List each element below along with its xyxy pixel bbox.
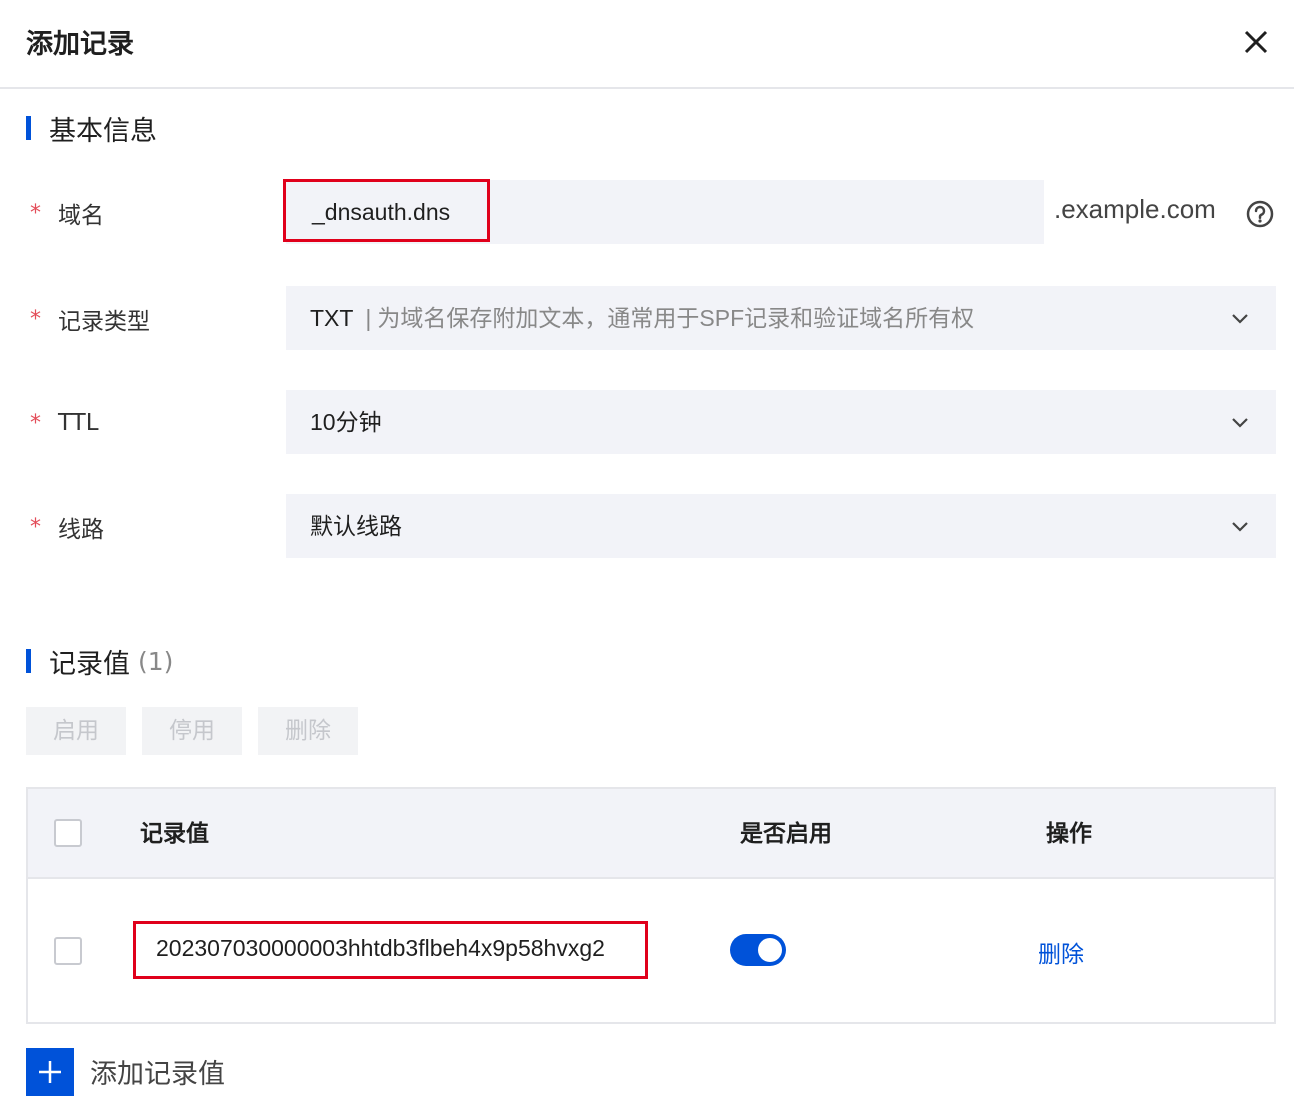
record-values-heading: 记录值 (1)	[26, 643, 174, 680]
add-record-value-button[interactable]	[26, 1048, 74, 1096]
column-header-value: 记录值	[140, 821, 209, 847]
dialog-title: 添加记录	[26, 29, 134, 60]
record-type-code: TXT	[310, 305, 354, 331]
record-type-select[interactable]: TXT | 为域名保存附加文本，通常用于SPF记录和验证域名所有权	[286, 286, 1276, 350]
required-mark: *	[30, 306, 41, 332]
column-header-enabled: 是否启用	[740, 821, 832, 847]
record-count: (1)	[138, 646, 174, 676]
record-value-highlight-box	[133, 921, 648, 979]
record-type-label-text: 记录类型	[58, 309, 150, 335]
domain-highlight-box	[283, 179, 490, 242]
enable-button[interactable]: 启用	[26, 707, 126, 755]
row-delete-link[interactable]: 删除	[1038, 935, 1084, 969]
question-circle-icon[interactable]	[1246, 200, 1274, 228]
ttl-label: * TTL	[30, 403, 99, 443]
chevron-down-icon	[1232, 314, 1248, 324]
domain-label-text: 域名	[58, 203, 104, 229]
line-label: * 线路	[30, 507, 104, 547]
record-values-table: 记录值 是否启用 操作 202307030000003hhtdb3flbeh4x…	[26, 787, 1276, 1024]
plus-icon	[39, 1061, 61, 1083]
table-header: 记录值 是否启用 操作	[28, 789, 1274, 879]
required-mark: *	[30, 200, 41, 226]
row-checkbox[interactable]	[54, 937, 82, 965]
section-accent-bar	[26, 649, 31, 673]
record-type-label: * 记录类型	[30, 299, 150, 339]
enabled-toggle[interactable]	[730, 934, 786, 966]
record-type-description: 为域名保存附加文本，通常用于SPF记录和验证域名所有权	[377, 305, 975, 331]
toggle-knob	[758, 938, 782, 962]
required-mark: *	[30, 410, 41, 436]
section-accent-bar	[26, 116, 31, 140]
line-value: 默认线路	[310, 513, 402, 539]
record-type-separator: |	[365, 305, 372, 331]
dialog-header: 添加记录	[0, 0, 1294, 89]
domain-suffix: .example.com	[1054, 194, 1216, 224]
disable-button[interactable]: 停用	[142, 707, 242, 755]
ttl-value: 10分钟	[310, 409, 382, 435]
select-all-checkbox[interactable]	[54, 819, 82, 847]
ttl-select[interactable]: 10分钟	[286, 390, 1276, 454]
section-title: 基本信息	[49, 115, 157, 147]
line-select[interactable]: 默认线路	[286, 494, 1276, 558]
close-icon[interactable]	[1238, 24, 1274, 60]
record-type-value: TXT | 为域名保存附加文本，通常用于SPF记录和验证域名所有权	[310, 286, 974, 350]
line-label-text: 线路	[58, 517, 104, 543]
required-mark: *	[30, 514, 41, 540]
ttl-label-text: TTL	[58, 410, 99, 436]
delete-button[interactable]: 删除	[258, 707, 358, 755]
chevron-down-icon	[1232, 522, 1248, 532]
chevron-down-icon	[1232, 418, 1248, 428]
add-record-value-label[interactable]: 添加记录值	[90, 1052, 225, 1091]
section-title: 记录值	[49, 648, 130, 680]
column-header-action: 操作	[1046, 821, 1092, 847]
basic-info-heading: 基本信息	[26, 110, 157, 147]
domain-label: * 域名	[30, 193, 104, 233]
